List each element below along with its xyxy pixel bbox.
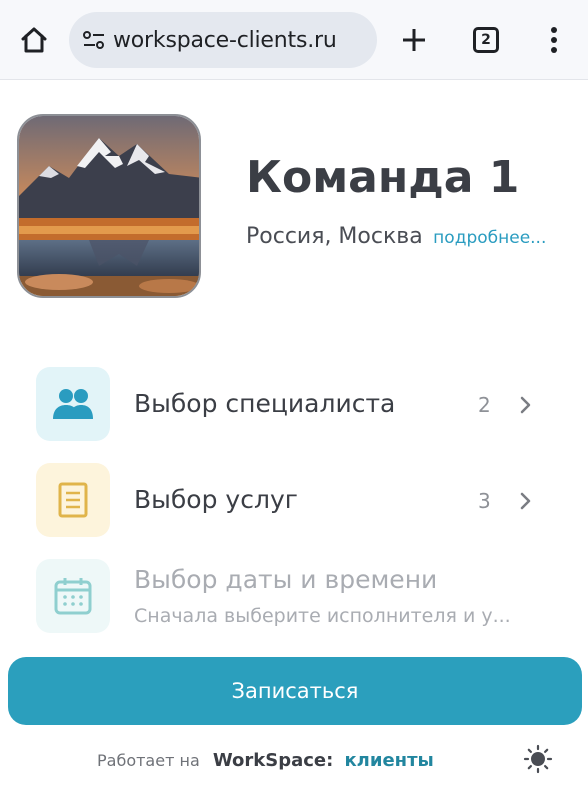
team-title: Команда 1 <box>246 152 520 203</box>
mountain-landscape-image <box>19 116 199 296</box>
datetime-icon-tile <box>36 559 110 633</box>
footer: Работает на WorkSpace: клиенты <box>97 750 434 771</box>
team-avatar <box>17 114 201 298</box>
site-settings-icon[interactable] <box>81 27 107 53</box>
powered-by-text: Работает на <box>97 751 200 770</box>
menu-item-specialist[interactable]: Выбор специалиста 2 <box>36 367 556 443</box>
menu-item-count: 2 <box>478 393 491 417</box>
location-row: Россия, Москва подробнее... <box>246 224 546 249</box>
theme-toggle-button[interactable] <box>521 742 555 776</box>
calendar-icon <box>54 578 92 615</box>
address-bar[interactable]: workspace-clients.ru <box>69 12 377 68</box>
plus-icon <box>403 29 425 51</box>
chevron-right-icon <box>520 396 531 414</box>
more-info-link[interactable]: подробнее... <box>433 228 546 248</box>
new-tab-button[interactable] <box>396 22 432 58</box>
document-list-icon <box>58 482 88 518</box>
more-vert-icon <box>551 27 557 53</box>
url-text: workspace-clients.ru <box>113 27 337 53</box>
menu-item-datetime: Выбор даты и времени Сначала выберите ис… <box>36 559 556 635</box>
menu-item-label: Выбор даты и времени <box>134 565 438 594</box>
chevron-right-icon <box>520 492 531 510</box>
menu-item-label: Выбор специалиста <box>134 389 396 418</box>
menu-item-services[interactable]: Выбор услуг 3 <box>36 463 556 539</box>
brand-suffix[interactable]: клиенты <box>344 750 433 771</box>
tab-count: 2 <box>473 27 499 53</box>
home-button[interactable] <box>16 22 52 58</box>
sun-icon <box>523 744 553 774</box>
services-icon-tile <box>36 463 110 537</box>
menu-item-label: Выбор услуг <box>134 485 298 514</box>
browser-toolbar: workspace-clients.ru 2 <box>0 0 588 80</box>
location-text: Россия, Москва <box>246 224 423 249</box>
home-icon <box>21 27 47 53</box>
browser-menu-button[interactable] <box>536 22 572 58</box>
menu-item-subtitle: Сначала выберите исполнителя и у... <box>134 605 511 627</box>
book-button[interactable]: Записаться <box>8 657 582 725</box>
specialist-icon-tile <box>36 367 110 441</box>
brand-name[interactable]: WorkSpace: <box>213 750 334 771</box>
menu-item-count: 3 <box>478 489 491 513</box>
people-icon <box>53 389 93 419</box>
tab-switcher-button[interactable]: 2 <box>468 22 504 58</box>
